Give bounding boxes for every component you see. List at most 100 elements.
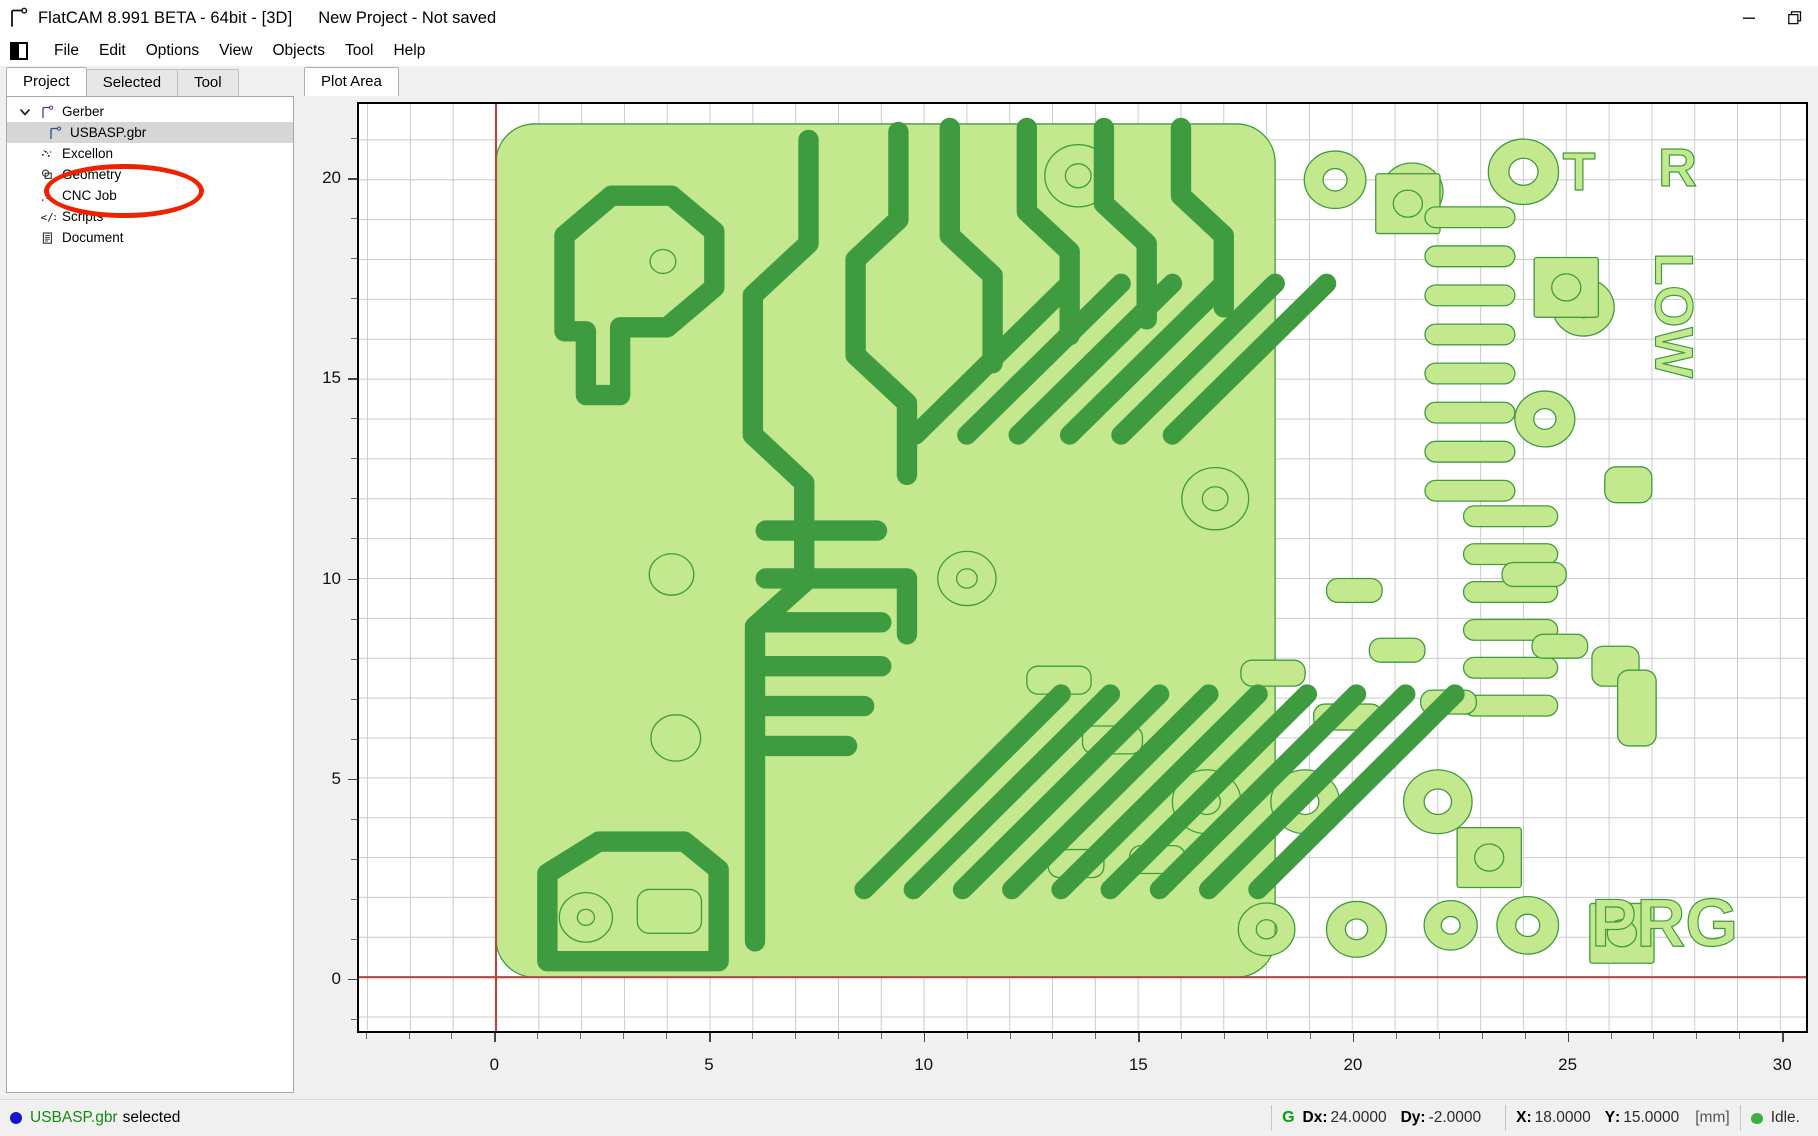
x-tick-minor: [623, 1033, 625, 1039]
tab-project[interactable]: Project: [6, 67, 87, 96]
x-tick-label: 25: [1558, 1055, 1578, 1074]
x-tick-minor: [1696, 1033, 1698, 1039]
menu-file[interactable]: File: [44, 40, 89, 62]
scripts-icon: </>: [39, 209, 56, 225]
status-bar: USBASP.gbr selected G Dx: 24.0000 Dy: -2…: [0, 1099, 1818, 1136]
x-tick-minor: [408, 1033, 410, 1039]
cncjob-icon: [39, 188, 56, 204]
x-tick-label: 5: [704, 1055, 714, 1074]
x-tick-major: [1782, 1033, 1784, 1042]
minimize-button[interactable]: [1726, 0, 1772, 36]
project-title: New Project - Not saved: [318, 8, 497, 27]
x-tick-minor: [580, 1033, 582, 1039]
status-selected-suffix: selected: [122, 1109, 181, 1126]
x-tick-label: 20: [1343, 1055, 1363, 1074]
sidebar-toggle-icon[interactable]: [10, 42, 28, 60]
x-tick-minor: [451, 1033, 453, 1039]
main-body: Project Selected Tool Gerber USBASP.gbr …: [0, 66, 1818, 1099]
y-tick-major: [348, 578, 357, 580]
x-tick-major: [494, 1033, 496, 1042]
tab-tool[interactable]: Tool: [177, 69, 239, 96]
x-tick-major: [923, 1033, 926, 1042]
chevron-down-icon[interactable]: [17, 104, 33, 120]
y-tick-label: 10: [322, 568, 341, 588]
tab-plot-area[interactable]: Plot Area: [304, 67, 399, 96]
x-tick-minor: [1267, 1033, 1269, 1039]
tree-item-geometry[interactable]: Geometry: [7, 164, 293, 185]
x-tick-minor: [1052, 1033, 1054, 1039]
x-tick-label: 15: [1128, 1055, 1148, 1074]
status-delta-group: G Dx: 24.0000 Dy: -2.0000: [1271, 1105, 1505, 1131]
tree-label: Scripts: [62, 209, 104, 224]
x-tick-major: [709, 1033, 711, 1042]
y-tick-label: 15: [322, 368, 341, 388]
y-tick-major: [348, 978, 357, 981]
x-tick-minor: [666, 1033, 668, 1039]
x-tick-minor: [1224, 1033, 1226, 1039]
project-tree-box[interactable]: Gerber USBASP.gbr Excellon Geometry CNC …: [6, 96, 294, 1093]
menu-objects[interactable]: Objects: [262, 40, 335, 62]
x-tick-minor: [537, 1033, 539, 1039]
tree-item-document[interactable]: Document: [7, 227, 293, 248]
tree-label: Document: [62, 230, 124, 245]
selection-indicator-icon: [10, 1112, 22, 1124]
y-tick-major: [348, 778, 357, 781]
project-tree: Gerber USBASP.gbr Excellon Geometry CNC …: [7, 97, 293, 248]
menu-help[interactable]: Help: [383, 40, 435, 62]
status-state-group: Idle.: [1739, 1105, 1818, 1131]
tab-selected[interactable]: Selected: [85, 69, 179, 96]
tree-item-gerber[interactable]: Gerber: [7, 101, 293, 122]
tree-label: Gerber: [62, 104, 105, 119]
x-tick-major: [1567, 1033, 1570, 1042]
gerber-icon: [47, 125, 64, 141]
x-tick-minor: [751, 1033, 753, 1039]
y-tick-major: [348, 178, 357, 180]
tree-item-cnc-job[interactable]: CNC Job: [7, 185, 293, 206]
tree-item-excellon[interactable]: Excellon: [7, 143, 293, 164]
dy-value: -2.0000: [1428, 1109, 1482, 1126]
x-tick-label: 30: [1772, 1055, 1792, 1074]
window-title: FlatCAM 8.991 BETA - 64bit - [3D]: [38, 8, 293, 27]
x-tick-minor: [880, 1033, 882, 1039]
plot-panel: Plot Area 0 5 10 15 20 0 5 10 15 20 25 30 T R LOW PRG: [300, 66, 1818, 1099]
x-tick-label: 0: [489, 1055, 500, 1074]
tree-label: Geometry: [62, 167, 122, 182]
menu-tool[interactable]: Tool: [335, 40, 383, 62]
dx-label: Dx: [1302, 1109, 1323, 1126]
menu-view[interactable]: View: [209, 40, 262, 62]
restore-button[interactable]: [1772, 0, 1818, 36]
plot-box: 0 5 10 15 20 0 5 10 15 20 25 30 T R LOW PRG: [302, 96, 1814, 1097]
tree-item-usbasp-gbr[interactable]: USBASP.gbr: [7, 122, 293, 143]
left-panel: Project Selected Tool Gerber USBASP.gbr …: [0, 66, 300, 1099]
excellon-icon: [39, 146, 56, 162]
menu-bar: File Edit Options View Objects Tool Help: [0, 36, 1818, 66]
dx-value: 24.0000: [1330, 1109, 1387, 1126]
left-tab-bar: Project Selected Tool: [0, 66, 300, 96]
y-tick-label: 0: [331, 968, 341, 988]
x-tick-major: [1352, 1033, 1355, 1042]
x-tick-minor: [1653, 1033, 1655, 1039]
x-tick-minor: [794, 1033, 796, 1039]
x-tick-minor: [365, 1033, 367, 1039]
svg-text:T: T: [1563, 142, 1596, 202]
x-tick-minor: [1610, 1033, 1612, 1039]
x-tick-major: [1138, 1033, 1140, 1042]
gerber-plot[interactable]: T R LOW PRG: [359, 104, 1806, 1031]
grid-icon[interactable]: G: [1282, 1109, 1294, 1127]
minimize-icon: [1743, 17, 1755, 19]
menu-edit[interactable]: Edit: [89, 40, 136, 62]
status-position-group: X: 18.0000 Y: 15.0000 [mm]: [1505, 1105, 1740, 1131]
svg-text:LOW: LOW: [1643, 253, 1703, 379]
restore-icon: [1788, 11, 1802, 25]
x-tick-minor: [1181, 1033, 1183, 1039]
x-label: X: [1516, 1109, 1527, 1126]
plot-tab-bar: Plot Area: [300, 66, 1816, 96]
units-label: [mm]: [1695, 1109, 1730, 1126]
svg-text:R: R: [1658, 138, 1697, 198]
plot-canvas[interactable]: T R LOW PRG: [357, 102, 1808, 1033]
flatcam-logo-icon: [6, 5, 32, 31]
status-selected-file: USBASP.gbr: [30, 1109, 118, 1126]
tree-item-scripts[interactable]: </> Scripts: [7, 206, 293, 227]
document-icon: [39, 230, 56, 246]
menu-options[interactable]: Options: [136, 40, 209, 62]
